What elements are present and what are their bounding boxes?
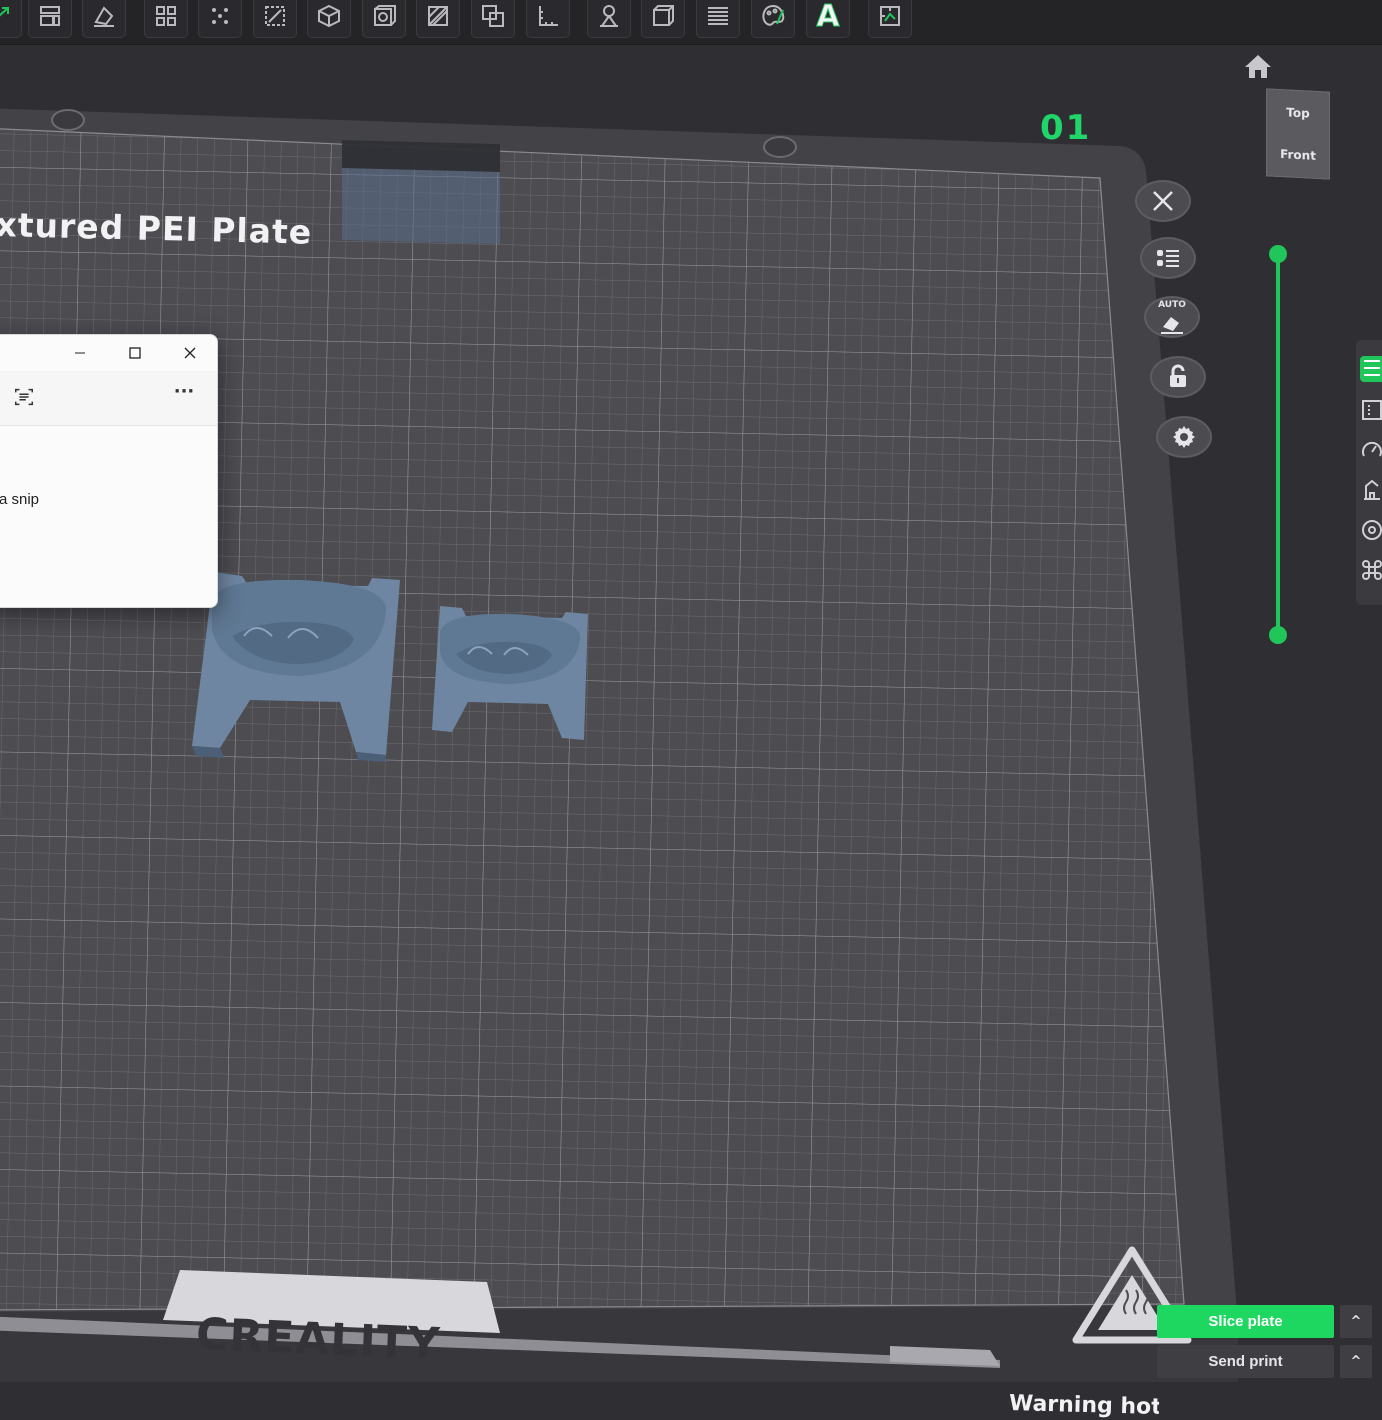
window-close-icon[interactable]	[173, 341, 207, 365]
snipping-tool-titlebar[interactable]	[0, 335, 217, 371]
plate-type-label: xtured PEI Plate	[0, 205, 313, 252]
lock-icon[interactable]	[1150, 356, 1206, 398]
send-options-caret[interactable]: ^	[1340, 1345, 1372, 1378]
snip-message: a snip	[0, 491, 40, 508]
send-print-button[interactable]: Send print	[1157, 1345, 1334, 1378]
arrange-icon[interactable]	[28, 0, 72, 38]
close-icon[interactable]	[1135, 180, 1191, 222]
view-cube[interactable]: Top Front	[1266, 88, 1330, 180]
slice-options-caret[interactable]: ^	[1340, 1305, 1372, 1338]
right-side-panel	[1356, 340, 1382, 605]
slice-plate-button[interactable]: Slice plate	[1157, 1305, 1334, 1338]
dots-arrange-icon[interactable]	[198, 0, 242, 38]
box-icon[interactable]	[641, 0, 685, 38]
infill-icon[interactable]	[1360, 518, 1382, 544]
grid-arrange-icon[interactable]	[144, 0, 188, 38]
hatch-icon[interactable]	[416, 0, 460, 38]
view-cube-front[interactable]: Front	[1266, 146, 1330, 163]
plate-number[interactable]: 01	[1040, 108, 1091, 148]
auto-orient-icon[interactable]: AUTO	[1144, 296, 1200, 338]
home-icon[interactable]	[1243, 52, 1273, 80]
top-toolbar: A	[0, 0, 1382, 45]
minimize-icon[interactable]	[63, 341, 97, 365]
gear-icon[interactable]	[1156, 416, 1212, 458]
scale-icon[interactable]	[253, 0, 297, 38]
move-icon[interactable]	[0, 0, 22, 38]
palette-icon[interactable]	[751, 0, 795, 38]
snipping-tool-toolbar: ···	[0, 371, 217, 426]
cube-icon[interactable]	[307, 0, 351, 38]
text-icon[interactable]: A	[806, 0, 850, 38]
view-cube-top[interactable]: Top	[1266, 104, 1330, 121]
warning-label: Warning hot s	[1008, 1391, 1160, 1420]
layout-icon[interactable]	[1360, 398, 1382, 424]
process-list-icon[interactable]	[1360, 356, 1382, 382]
measure-icon[interactable]	[526, 0, 570, 38]
layer-slider-top-handle[interactable]	[1269, 245, 1287, 263]
others-icon[interactable]	[1360, 558, 1382, 584]
more-options-icon[interactable]: ···	[169, 381, 199, 407]
text-actions-icon[interactable]	[11, 384, 37, 410]
speed-icon[interactable]	[1360, 438, 1382, 464]
snipping-tool-window[interactable]: ··· a snip	[0, 334, 218, 608]
layer-slider-bottom-handle[interactable]	[1269, 626, 1287, 644]
object-list-icon[interactable]	[1140, 237, 1196, 279]
lay-on-face-icon[interactable]	[82, 0, 126, 38]
maximize-icon[interactable]	[118, 341, 152, 365]
puzzle-icon[interactable]	[868, 0, 912, 38]
support-tree-icon[interactable]	[587, 0, 631, 38]
hollow-icon[interactable]	[362, 0, 406, 38]
support-icon[interactable]	[1360, 478, 1382, 504]
layers-icon[interactable]	[696, 0, 740, 38]
boolean-icon[interactable]	[471, 0, 515, 38]
layer-slider[interactable]	[1276, 254, 1280, 634]
